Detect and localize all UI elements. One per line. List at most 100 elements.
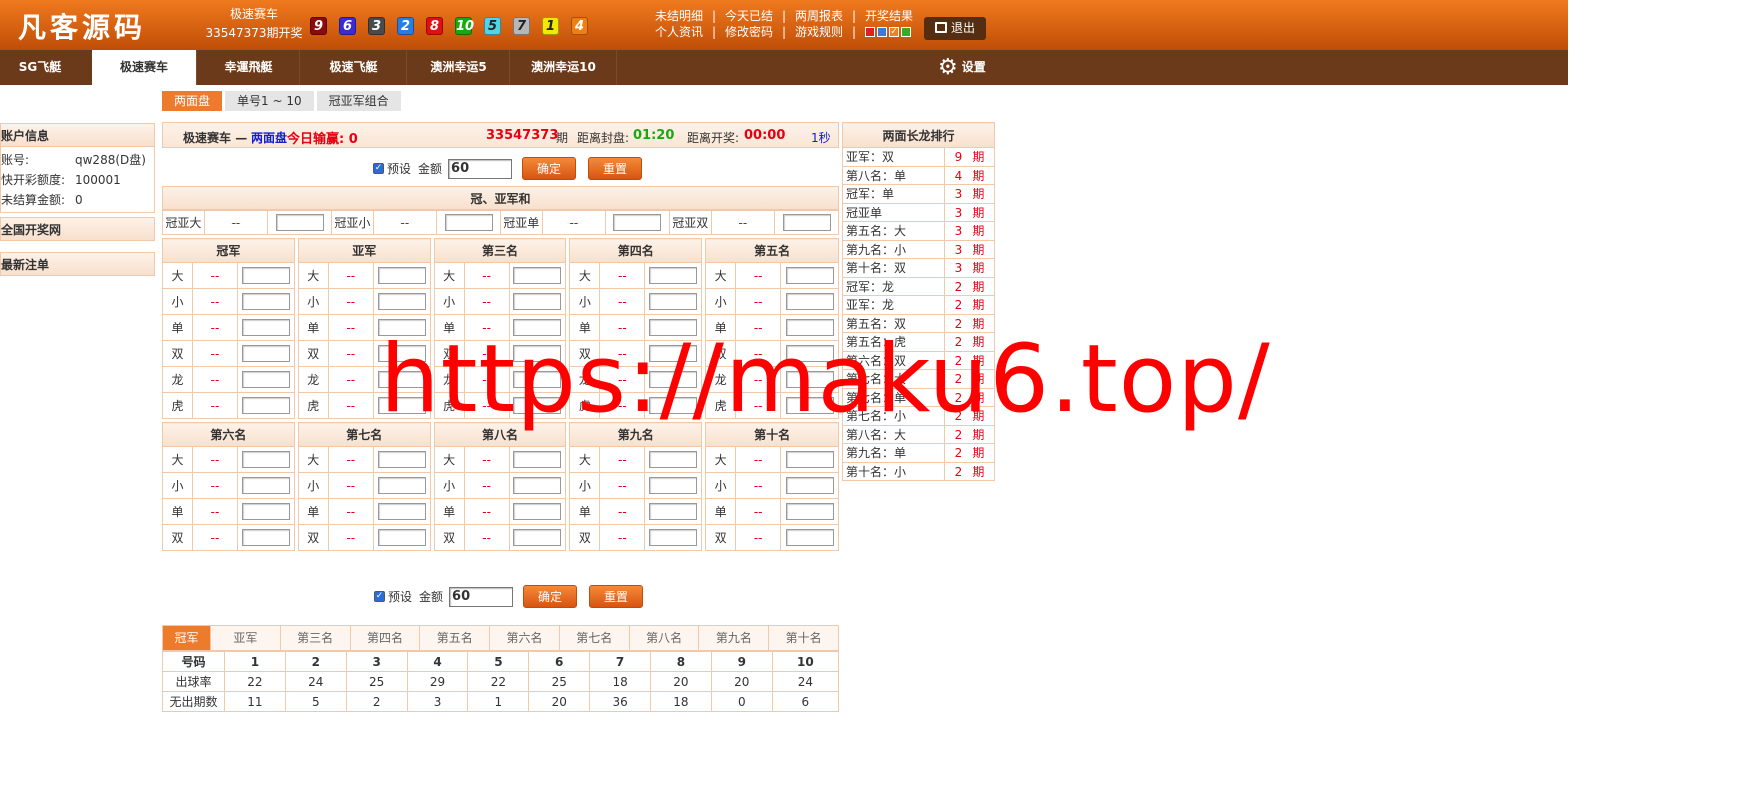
bet-amount-input[interactable] (377, 529, 426, 546)
bet-amount-input[interactable] (377, 503, 426, 520)
bet-amount-input[interactable] (649, 529, 698, 546)
theme-color-swatch[interactable]: ✓ (889, 27, 900, 37)
bet-amount-input[interactable] (377, 451, 426, 468)
stats-tab[interactable]: 第十名 (769, 626, 838, 650)
bet-amount-input[interactable] (649, 477, 698, 494)
stats-cell: 5 (284, 691, 347, 712)
nav-tab[interactable]: 极速飞艇 (301, 50, 407, 85)
bet-amount-input[interactable] (241, 477, 290, 494)
bet-amount-input[interactable] (785, 477, 834, 494)
bet-amount-input[interactable] (649, 503, 698, 520)
bet-amount-input[interactable] (444, 214, 493, 231)
national-lottery-link[interactable]: 全国开奖网 (0, 217, 155, 241)
reset-button[interactable]: 重置 (588, 157, 643, 180)
bet-amount-input[interactable] (513, 529, 562, 546)
bet-amount-input[interactable] (241, 451, 290, 468)
bet-amount-input[interactable] (275, 214, 324, 231)
bet-amount-input[interactable] (377, 293, 426, 310)
long-dragon-row: 第九名：小 3 期 (842, 239, 995, 259)
subtab[interactable]: 单号1 ~ 10 (225, 91, 314, 111)
bet-amount-input[interactable] (241, 503, 290, 520)
settings-button[interactable]: ⚙ 设置 (938, 50, 986, 85)
bet-odds: -- (599, 262, 646, 289)
stats-tab[interactable]: 第四名 (351, 626, 421, 650)
bet-amount-input[interactable] (241, 397, 290, 414)
stats-tab[interactable]: 第三名 (281, 626, 351, 650)
nav-tab[interactable]: 澳洲幸运10 (511, 50, 617, 85)
bet-amount-cell (508, 498, 567, 525)
latest-bets-link[interactable]: 最新注单 (0, 252, 155, 276)
long-dragon-count: 2期 (944, 295, 995, 315)
account-info-header: 账户信息 (0, 123, 155, 147)
bet-amount-input[interactable] (649, 293, 698, 310)
draw-ball: 8 (426, 17, 443, 35)
bet-amount-input[interactable] (513, 267, 562, 284)
bet-item-name: 冠亚双 (668, 210, 712, 235)
bet-amount-input[interactable] (241, 371, 290, 388)
bet-amount-input[interactable] (649, 451, 698, 468)
nav-tab[interactable]: SG飞艇 (0, 50, 80, 85)
bet-amount-input[interactable] (241, 293, 290, 310)
stats-cell: 3 (406, 691, 469, 712)
stats-tab[interactable]: 第七名 (560, 626, 630, 650)
bet-amount-input[interactable] (785, 503, 834, 520)
stats-tab[interactable]: 第六名 (490, 626, 560, 650)
bet-amount-input[interactable] (377, 267, 426, 284)
stats-tab[interactable]: 第八名 (630, 626, 700, 650)
preset-checkbox-bottom[interactable]: ✓ (374, 591, 385, 602)
amount-input[interactable]: 60 (448, 158, 513, 179)
bet-amount-input[interactable] (785, 451, 834, 468)
bet-amount-input[interactable] (782, 214, 831, 231)
bet-amount-input[interactable] (613, 214, 662, 231)
confirm-button-bottom[interactable]: 确定 (523, 585, 578, 608)
stats-tab[interactable]: 第九名 (699, 626, 770, 650)
bet-amount-input[interactable] (649, 267, 698, 284)
bet-amount-cell (267, 210, 332, 235)
header-link[interactable]: 游戏规则 (795, 24, 843, 40)
bet-amount-input[interactable] (241, 319, 290, 336)
stats-tab[interactable]: 冠军 (163, 626, 211, 650)
rank-block: 第九名大 -- 小 -- 单 -- 双 -- (569, 422, 703, 551)
bet-amount-input[interactable] (785, 267, 834, 284)
confirm-button[interactable]: 确定 (522, 157, 577, 180)
bet-item-name: 双 (162, 524, 193, 551)
draw-ball: 7 (513, 17, 530, 35)
account-row-value: 0 (75, 193, 83, 207)
theme-color-swatch[interactable] (865, 27, 876, 37)
header-link[interactable]: 今天已结 (725, 8, 773, 24)
subtab[interactable]: 两面盘 (162, 91, 223, 111)
draw-countdown: 00:00 (744, 128, 786, 143)
subtab[interactable]: 冠亚军组合 (316, 91, 401, 111)
bet-amount-input[interactable] (513, 451, 562, 468)
refresh-timer[interactable]: 1秒 (811, 129, 831, 146)
amount-input-bottom[interactable]: 60 (449, 586, 514, 607)
reset-button-bottom[interactable]: 重置 (589, 585, 644, 608)
stats-tab[interactable]: 第五名 (420, 626, 491, 650)
stats-tab[interactable]: 亚军 (211, 626, 281, 650)
nav-tab[interactable]: 幸運飛艇 (198, 50, 300, 85)
header-link[interactable]: 两周报表 (795, 8, 843, 24)
theme-color-swatch[interactable] (901, 27, 912, 37)
header-link[interactable]: 未结明细 (655, 8, 703, 24)
nav-tab[interactable]: 澳洲幸运5 (408, 50, 510, 85)
logout-button[interactable]: 退出 (924, 17, 986, 40)
preset-checkbox[interactable]: ✓ (373, 163, 384, 174)
header-link[interactable]: 开奖结果 (865, 8, 913, 24)
bet-amount-input[interactable] (513, 293, 562, 310)
preset-row-bottom: ✓ 预设 金额 60 确定 重置 (162, 576, 839, 614)
bet-amount-input[interactable] (785, 293, 834, 310)
bet-amount-input[interactable] (513, 503, 562, 520)
bet-amount-input[interactable] (513, 477, 562, 494)
bet-odds: -- (463, 262, 510, 289)
bet-amount-input[interactable] (241, 345, 290, 362)
header-link[interactable]: 修改密码 (725, 24, 773, 40)
bet-amount-input[interactable] (241, 529, 290, 546)
theme-color-swatch[interactable] (877, 27, 888, 37)
nav-tab[interactable]: 极速赛车 (92, 50, 197, 85)
bet-amount-input[interactable] (785, 529, 834, 546)
bet-odds: -- (192, 446, 238, 473)
header-link[interactable]: 个人资讯 (655, 24, 703, 40)
bet-amount-input[interactable] (241, 267, 290, 284)
bet-amount-input[interactable] (377, 477, 426, 494)
bet-odds: -- (599, 498, 646, 525)
